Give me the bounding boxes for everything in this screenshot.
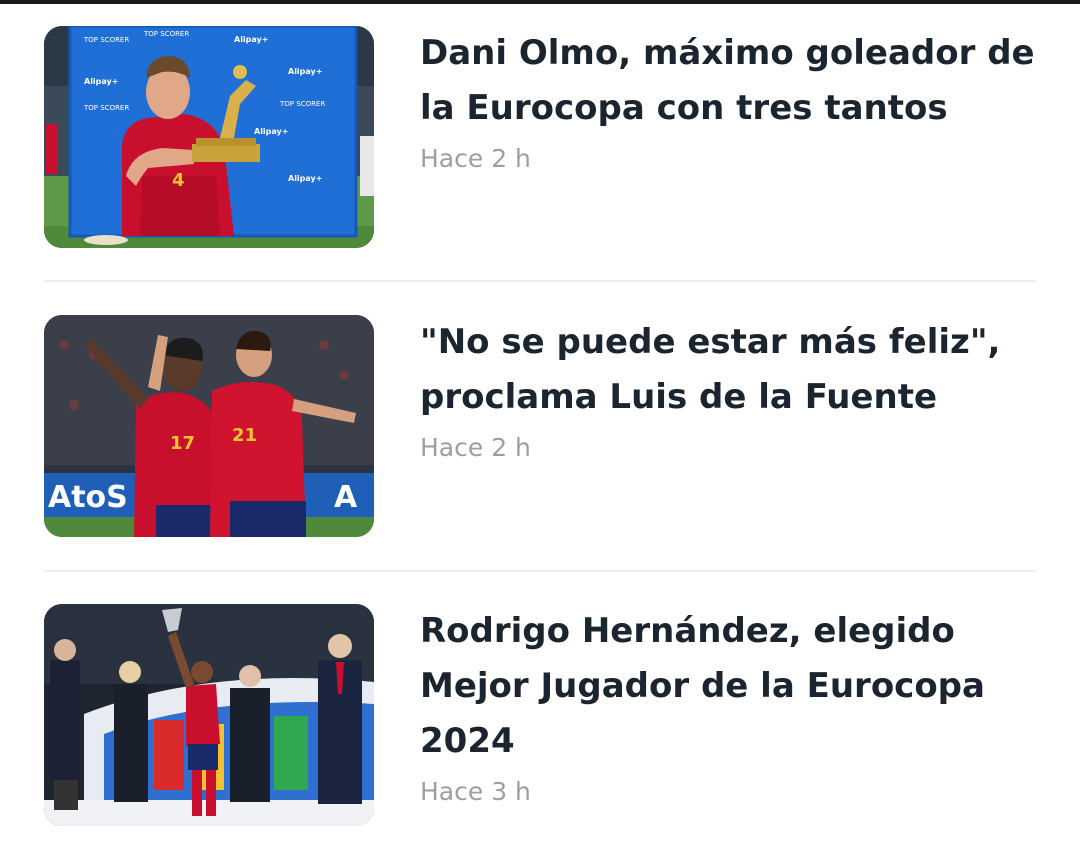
svg-text:17: 17 — [170, 433, 195, 454]
news-list: TOP SCORER TOP SCORER TOP SCORER TOP SCO… — [0, 0, 1080, 850]
article-headline[interactable]: Dani Olmo, máximo goleador de la Eurocop… — [420, 26, 1040, 136]
article-text: Rodrigo Hernández, elegido Mejor Jugador… — [420, 604, 1040, 809]
svg-text:TOP SCORER: TOP SCORER — [143, 30, 189, 38]
svg-text:A: A — [334, 480, 358, 515]
thumbnail-image-award — [44, 604, 374, 826]
news-item-dani-olmo[interactable]: TOP SCORER TOP SCORER TOP SCORER TOP SCO… — [44, 26, 1036, 248]
svg-text:Alipay+: Alipay+ — [254, 127, 288, 136]
thumbnail-image-top-scorer: TOP SCORER TOP SCORER TOP SCORER TOP SCO… — [44, 26, 374, 248]
svg-text:21: 21 — [232, 425, 257, 446]
article-thumbnail[interactable]: TOP SCORER TOP SCORER TOP SCORER TOP SCO… — [44, 26, 374, 248]
svg-text:TOP SCORER: TOP SCORER — [83, 36, 129, 44]
article-text: "No se puede estar más feliz", proclama … — [420, 315, 1040, 465]
svg-text:Alipay+: Alipay+ — [84, 77, 118, 86]
article-headline[interactable]: Rodrigo Hernández, elegido Mejor Jugador… — [420, 604, 1040, 769]
article-headline[interactable]: "No se puede estar más feliz", proclama … — [420, 315, 1040, 425]
thumbnail-image-celebration: AtoS A 17 21 — [44, 315, 374, 537]
article-thumbnail[interactable] — [44, 604, 374, 826]
news-item-luis-de-la-fuente[interactable]: AtoS A 17 21 "No se puede estar más feli… — [44, 315, 1036, 537]
board-text: TOP SCORER — [279, 100, 325, 108]
svg-text:TOP SCORER: TOP SCORER — [83, 104, 129, 112]
divider — [44, 570, 1036, 572]
article-timestamp: Hace 3 h — [420, 777, 531, 806]
svg-text:4: 4 — [172, 170, 185, 191]
news-item-rodrigo-hernandez[interactable]: Rodrigo Hernández, elegido Mejor Jugador… — [44, 604, 1036, 826]
svg-text:AtoS: AtoS — [48, 480, 128, 515]
article-timestamp: Hace 2 h — [420, 144, 531, 173]
article-timestamp: Hace 2 h — [420, 433, 531, 462]
svg-text:Alipay+: Alipay+ — [234, 35, 268, 44]
svg-text:Alipay+: Alipay+ — [288, 174, 322, 183]
article-text: Dani Olmo, máximo goleador de la Eurocop… — [420, 26, 1040, 176]
divider — [44, 280, 1036, 282]
svg-text:Alipay+: Alipay+ — [288, 67, 322, 76]
article-thumbnail[interactable]: AtoS A 17 21 — [44, 315, 374, 537]
